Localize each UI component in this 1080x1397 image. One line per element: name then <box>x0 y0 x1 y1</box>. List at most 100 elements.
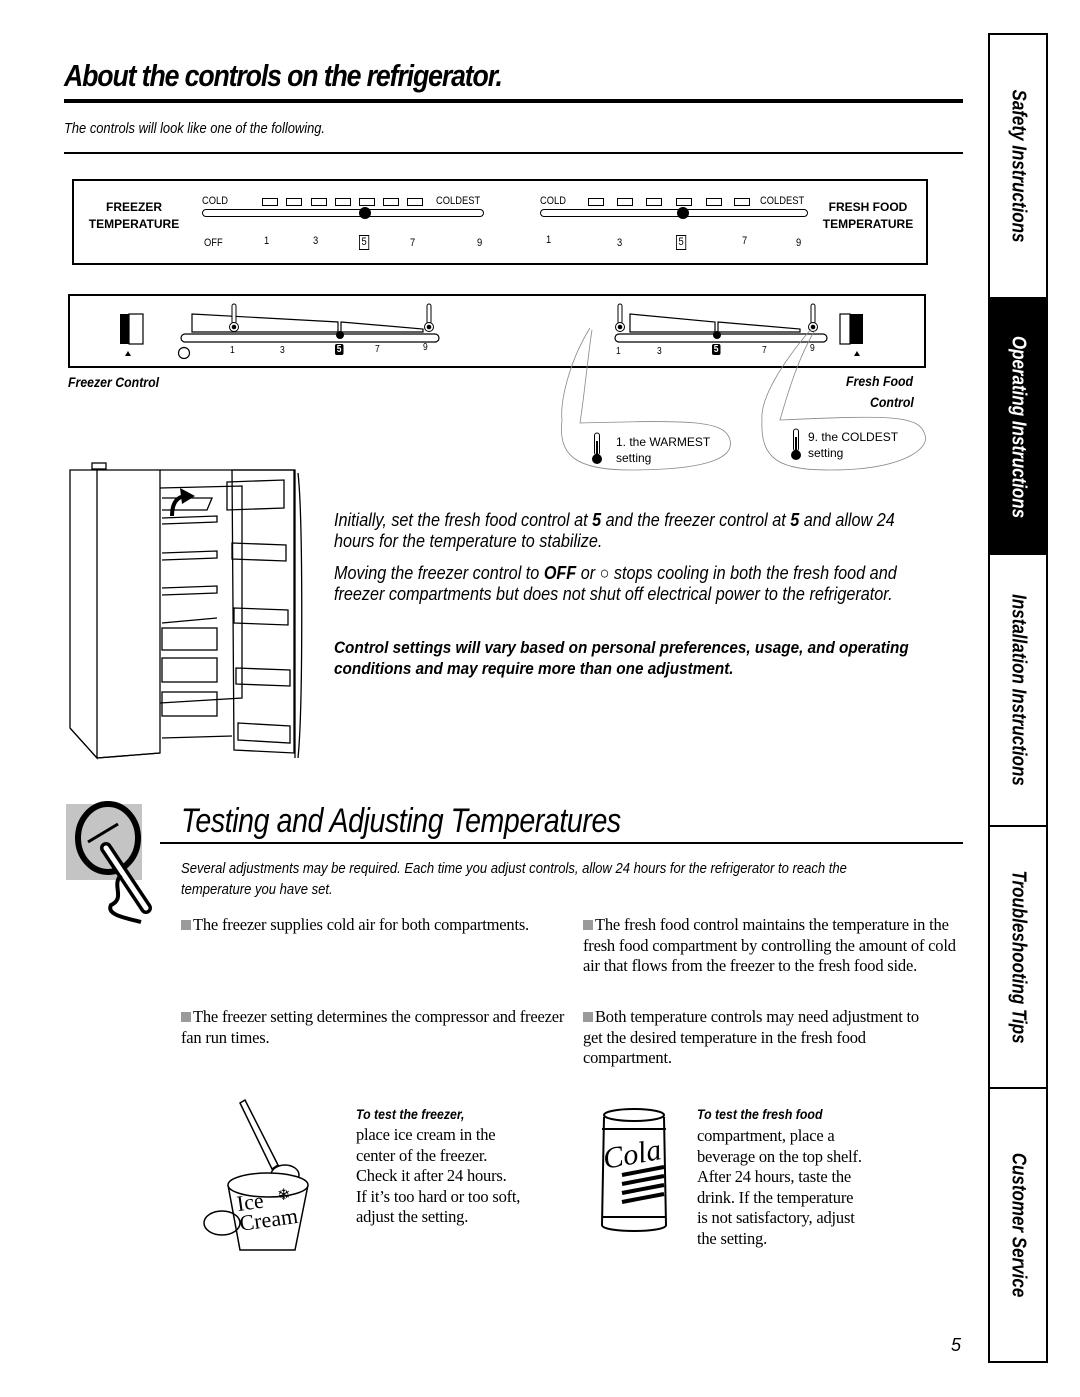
freezer-segment <box>407 198 423 206</box>
p1-text-a: Initially, set the fresh food control at <box>334 510 593 530</box>
freezer-test-line: place ice cream in the <box>356 1125 496 1144</box>
refrigerator-illustration <box>69 462 303 760</box>
p1-freezer-value: 5 <box>790 510 800 530</box>
thermometer-icon <box>791 428 801 460</box>
freezer-slider-knob[interactable] <box>359 207 371 219</box>
freezer-num-1: 1 <box>264 235 270 247</box>
tab-label: Customer Service <box>1007 1152 1030 1298</box>
freezer-temperature-label: FREEZER TEMPERATURE <box>86 199 182 233</box>
freezer-segment <box>262 198 278 206</box>
bullet-square-icon <box>181 920 191 930</box>
bullet-text: The freezer supplies cold air for both c… <box>193 915 529 934</box>
freezer-test-line: adjust the setting. <box>356 1207 469 1226</box>
control-panel-style-1: FREEZER TEMPERATURE COLD COLDEST OFF 1 3… <box>72 179 928 265</box>
fresh-food-temperature-label: FRESH FOOD TEMPERATURE <box>816 199 920 233</box>
fresh-slider-track[interactable] <box>540 209 808 217</box>
fresh-test-line: is not satisfactory, adjust <box>697 1208 855 1227</box>
subtitle-rule <box>64 152 963 154</box>
tab-label: Safety Instructions <box>1007 89 1030 243</box>
fresh-num-7: 7 <box>742 235 748 247</box>
p1-text-c: and the freezer control at <box>601 510 791 530</box>
fresh-num-5-selected: 5 <box>676 235 687 250</box>
tab-label: Operating Instructions <box>1007 335 1030 519</box>
fresh-segment <box>588 198 604 206</box>
freezer-cold-label: COLD <box>202 195 228 207</box>
off-circle-symbol-icon: ○ <box>599 563 610 583</box>
bullet-square-icon <box>583 1012 593 1022</box>
bullet-text: The freezer setting determines the compr… <box>181 1007 565 1047</box>
bullet-square-icon <box>583 920 593 930</box>
tab-safety-instructions[interactable]: Safety Instructions <box>990 35 1046 299</box>
section-rule <box>160 842 963 844</box>
instruction-off: Moving the freezer control to OFF or ○ s… <box>334 563 928 605</box>
tab-troubleshooting-tips[interactable]: Troubleshooting Tips <box>990 827 1046 1089</box>
hand-adjusting-dial-icon <box>75 801 152 924</box>
fresh-test-line: the setting. <box>697 1228 768 1248</box>
tab-installation-instructions[interactable]: Installation Instructions <box>990 555 1046 827</box>
freezer-ctrl-num-7: 7 <box>375 344 380 355</box>
freezer-slider-track[interactable] <box>202 209 484 217</box>
freezer-ctrl-num-1: 1 <box>230 345 235 356</box>
freezer-segment <box>335 198 351 206</box>
freezer-num-9: 9 <box>477 237 483 249</box>
freezer-test-line: Check it after 24 hours. <box>356 1166 507 1185</box>
freezer-coldest-label: COLDEST <box>436 195 481 207</box>
ice-cream-illustration <box>203 1098 309 1251</box>
coldest-callout-text: 9. the COLDEST setting <box>808 429 898 461</box>
bullet-item: The fresh food control maintains the tem… <box>583 915 968 977</box>
freezer-ctrl-num-5-selected: 5 <box>335 344 344 355</box>
freezer-test-line: If it’s too hard or too soft, <box>356 1186 521 1206</box>
coldest-line2: setting <box>808 446 844 460</box>
freezer-control-track <box>180 333 440 343</box>
fresh-test-line: drink. If the temperature <box>697 1187 854 1207</box>
freezer-door-indicator-icon <box>120 313 144 356</box>
snowflake-icon: ❄ <box>277 1187 291 1204</box>
bullet-square-icon <box>181 1012 191 1022</box>
tab-label: Installation Instructions <box>1007 594 1030 786</box>
tab-customer-service[interactable]: Customer Service <box>990 1089 1046 1361</box>
freezer-num-7: 7 <box>410 237 416 249</box>
fresh-test-line: beverage on the top shelf. <box>697 1146 862 1166</box>
p1-fresh-value: 5 <box>592 510 602 530</box>
freezer-segment <box>359 198 375 206</box>
tab-operating-instructions[interactable]: Operating Instructions <box>990 299 1046 555</box>
warmest-line1: 1. the WARMEST <box>616 435 711 449</box>
p2-text-a: Moving the freezer control to <box>334 563 544 583</box>
freezer-num-3: 3 <box>313 235 319 247</box>
coldest-line1: 9. the COLDEST <box>808 430 899 444</box>
freezer-test-text: place ice cream in the center of the fre… <box>356 1125 520 1228</box>
fresh-test-line: compartment, place a <box>697 1126 835 1145</box>
freezer-num-5-selected: 5 <box>359 235 370 250</box>
freezer-control-caption: Freezer Control <box>68 374 160 390</box>
bullet-text: The fresh food control maintains the tem… <box>583 915 956 975</box>
freezer-segment <box>286 198 302 206</box>
tab-label: Troubleshooting Tips <box>1007 870 1030 1044</box>
fresh-segment <box>706 198 722 206</box>
freezer-label-line2: TEMPERATURE <box>88 217 180 231</box>
warmest-line2: setting <box>616 451 652 465</box>
freezer-label-line1: FREEZER <box>105 200 162 214</box>
fresh-coldest-label: COLDEST <box>760 195 805 207</box>
fresh-segment <box>646 198 662 206</box>
bullet-item: Both temperature controls may need adjus… <box>583 1007 938 1069</box>
freezer-test-heading: To test the freezer, <box>356 1106 465 1122</box>
fresh-test-line: After 24 hours, taste the <box>697 1167 851 1186</box>
p2-off: OFF <box>543 563 577 583</box>
fresh-label-line1: FRESH FOOD <box>828 200 908 214</box>
section-intro: Several adjustments may be required. Eac… <box>181 860 847 898</box>
fresh-segment <box>676 198 692 206</box>
instruction-settings-vary: Control settings will vary based on pers… <box>334 638 909 678</box>
title-rule <box>64 99 963 103</box>
bullet-text: Both temperature controls may need adjus… <box>583 1007 919 1067</box>
freezer-segment <box>383 198 399 206</box>
fresh-label-line2: TEMPERATURE <box>822 217 914 231</box>
instruction-initial-setting: Initially, set the fresh food control at… <box>334 510 928 552</box>
section-title: Testing and Adjusting Temperatures <box>181 802 621 840</box>
fresh-cold-label: COLD <box>540 195 566 207</box>
fresh-num-9: 9 <box>796 237 802 249</box>
page-number: 5 <box>951 1335 962 1355</box>
thermometer-icon <box>592 432 602 464</box>
subtitle: The controls will look like one of the f… <box>64 120 326 137</box>
fresh-test-heading: To test the fresh food <box>697 1106 823 1122</box>
fresh-slider-knob[interactable] <box>677 207 689 219</box>
